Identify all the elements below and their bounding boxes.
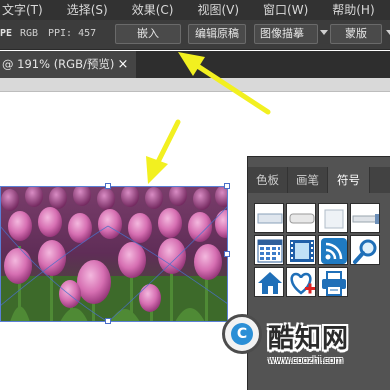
color-mode-label: RGB [20,28,39,39]
logo-letter: C [236,326,248,342]
bottom-center-handle[interactable] [105,318,111,324]
menu-view[interactable]: 视图(V) [197,0,239,20]
home-symbol[interactable] [254,267,284,297]
menu-help[interactable]: 帮助(H) [332,0,374,20]
close-tab-icon[interactable]: × [116,51,130,78]
image-trace-button[interactable]: 图像描摹 [254,24,318,44]
top-center-handle[interactable] [105,183,111,189]
rectangle-button-symbol[interactable] [254,203,284,233]
embed-button[interactable]: 嵌入 [115,24,181,44]
image-trace-dropdown-icon[interactable] [320,30,328,35]
more-dropdown-icon[interactable] [386,30,390,35]
panel-tab-bar: 色板 画笔 符号 [248,167,390,193]
edit-original-button[interactable]: 编辑原稿 [188,24,246,44]
ppi-label: PPI: 457 [48,28,97,39]
menu-bar: 文字(T) 选择(S) 效果(C) 视图(V) 窗口(W) 帮助(H) [0,0,390,20]
arrow-to-image-icon [146,119,181,184]
watermark-url: www.coozhi.com [268,356,344,366]
film-strip-symbol[interactable] [286,235,316,265]
plain-square-symbol[interactable] [318,203,348,233]
rounded-button-symbol[interactable] [286,203,316,233]
tab-swatches[interactable]: 色板 [248,167,288,193]
menu-effect[interactable]: 效果(C) [132,0,174,20]
document-tab-bar: @ 191% (RGB/预览) × [0,51,390,78]
rss-feed-symbol[interactable] [318,235,348,265]
watermark-brand: 酷知网 [268,324,350,354]
placed-image-tulips[interactable] [0,186,228,322]
coozhi-logo-icon: C [222,314,262,354]
menu-window[interactable]: 窗口(W) [263,0,308,20]
calendar-grid-symbol[interactable] [254,235,284,265]
mask-button[interactable]: 蒙版 [330,24,382,44]
menu-select[interactable]: 选择(S) [67,0,108,20]
coozhi-watermark: C 酷知网 www.coozhi.com [218,310,390,380]
middle-right-handle[interactable] [224,251,230,257]
printer-symbol[interactable] [318,267,348,297]
document-tab-title: @ 191% (RGB/预览) [2,57,115,71]
menu-type[interactable]: 文字(T) [2,0,43,20]
top-right-handle[interactable] [224,183,230,189]
heart-add-symbol[interactable] [286,267,316,297]
slider-symbol[interactable] [350,203,380,233]
control-bar: PE RGB PPI: 457 嵌入 编辑原稿 图像描摹 蒙版 [0,20,390,50]
magnifier-symbol[interactable] [350,235,380,265]
tab-symbols[interactable]: 符号 [328,167,370,193]
horizontal-ruler[interactable] [0,78,390,92]
linked-file-label: PE [0,28,13,39]
tab-brushes[interactable]: 画笔 [288,167,328,193]
illustrator-window: 文字(T) 选择(S) 效果(C) 视图(V) 窗口(W) 帮助(H) PE R… [0,0,390,390]
